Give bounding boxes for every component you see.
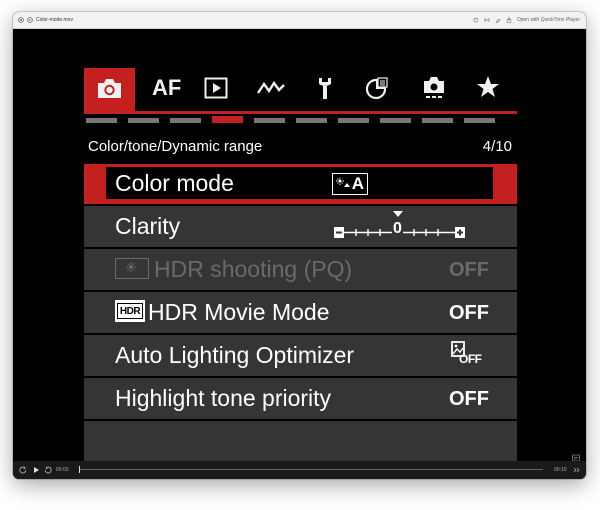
video-frame: AF Color/tone/Dynamic range 4/10 Color m… <box>13 29 586 462</box>
menu-divider <box>84 419 517 421</box>
color-mode-value: A <box>351 174 364 193</box>
clarity-scale: 0 <box>333 209 467 243</box>
custom-functions-tab-icon[interactable] <box>365 76 389 105</box>
menu-item-color-mode[interactable]: Color mode A <box>84 162 517 205</box>
menu-item-clarity[interactable]: Clarity 0 <box>84 204 517 247</box>
page-dot <box>170 118 201 123</box>
menu-item-label: Highlight tone priority <box>115 385 332 411</box>
trim-icon[interactable] <box>484 17 490 23</box>
page-dot <box>296 118 327 123</box>
page-dot <box>254 118 285 123</box>
scrubber-track[interactable] <box>79 466 543 473</box>
window-title: Color-mode.mov <box>36 17 73 23</box>
menu-item-label: Color mode <box>115 170 234 196</box>
captions-icon[interactable] <box>572 449 580 462</box>
title-bar-left: Color-mode.mov <box>18 12 73 28</box>
page-dot-active <box>212 116 243 123</box>
expand-icon[interactable] <box>572 466 580 474</box>
wrench-tab-icon[interactable] <box>316 76 334 105</box>
menu-header: Color/tone/Dynamic range 4/10 <box>84 130 517 162</box>
menu-item-auto-lighting-optimizer[interactable]: Auto Lighting Optimizer OFF <box>84 333 517 376</box>
color-mode-icon: A <box>332 173 368 195</box>
alo-value: OFF <box>459 352 482 366</box>
camera-menu-screen: AF Color/tone/Dynamic range 4/10 Color m… <box>84 59 517 461</box>
quicklook-window: Color-mode.mov Open with QuickTime Playe… <box>13 12 586 479</box>
menu-page-number: 4/10 <box>482 138 512 155</box>
page-dot <box>338 118 369 123</box>
page-dot <box>422 118 453 123</box>
playhead[interactable] <box>79 466 80 473</box>
current-time: 00:00 <box>56 467 69 473</box>
hdr-shooting-icon <box>115 258 149 279</box>
title-bar-right: Open with QuickTime Player <box>473 12 580 28</box>
menu-item-label: HDR Movie Mode <box>148 299 330 325</box>
network-tab-icon[interactable] <box>256 79 286 102</box>
title-bar: Color-mode.mov Open with QuickTime Playe… <box>13 12 586 29</box>
page-dot <box>128 118 159 123</box>
page-dot <box>380 118 411 123</box>
playback-controls: 00:00 00:10 <box>13 461 586 479</box>
af-tab-label[interactable]: AF <box>152 75 181 101</box>
fullscreen-icon[interactable] <box>27 17 33 23</box>
star-tab-icon[interactable] <box>476 75 500 104</box>
selection-frame: Color mode A <box>106 167 493 199</box>
custom-shooting-tab-icon[interactable] <box>422 75 446 106</box>
total-time: 00:10 <box>554 467 567 473</box>
close-icon[interactable] <box>18 17 24 23</box>
menu-tab-bar: AF <box>84 59 517 113</box>
hdr-movie-icon: HDR <box>115 300 145 322</box>
menu-item-label: Clarity <box>115 213 181 239</box>
playback-tab-icon[interactable] <box>204 77 228 104</box>
highlight-tone-value: OFF <box>449 388 489 410</box>
hdr-shooting-value: OFF <box>449 259 489 281</box>
menu-item-hdr-shooting: HDR shooting (PQ) OFF <box>84 247 517 290</box>
clarity-value: 0 <box>392 220 403 237</box>
skip-forward-icon[interactable] <box>44 466 52 474</box>
menu-item-hdr-movie-mode[interactable]: HDR HDR Movie Mode OFF <box>84 290 517 333</box>
menu-item-highlight-tone-priority[interactable]: Highlight tone priority OFF <box>84 376 517 419</box>
open-with-button[interactable]: Open with QuickTime Player <box>517 12 580 28</box>
rotate-icon[interactable] <box>473 17 479 23</box>
menu-item-label: HDR shooting (PQ) <box>154 256 353 282</box>
page-dot <box>86 118 117 123</box>
menu-page-title: Color/tone/Dynamic range <box>88 138 263 155</box>
skip-back-icon[interactable] <box>19 466 27 474</box>
share-icon[interactable] <box>506 17 512 23</box>
page-dot <box>464 118 495 123</box>
hdr-movie-icon-text: HDR <box>117 303 143 319</box>
alo-icon: OFF <box>451 341 482 371</box>
hdr-movie-value: OFF <box>449 302 489 324</box>
play-icon[interactable] <box>32 466 40 474</box>
menu-item-label: Auto Lighting Optimizer <box>115 342 355 368</box>
markup-icon[interactable] <box>495 17 501 23</box>
camera-tab-icon[interactable] <box>96 77 123 104</box>
